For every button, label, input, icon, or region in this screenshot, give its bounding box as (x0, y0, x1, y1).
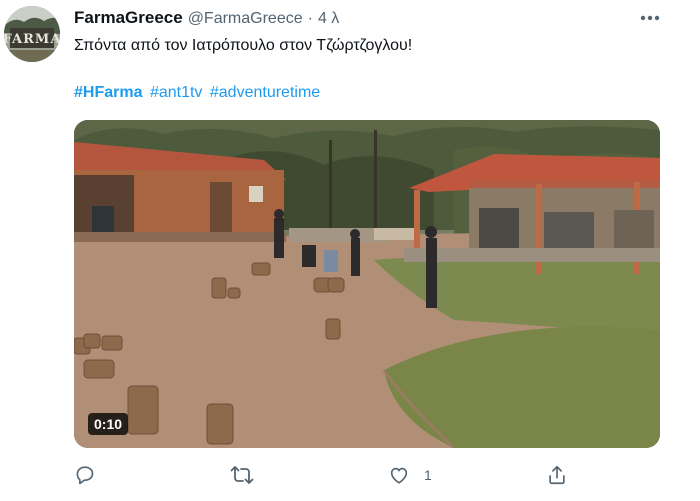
hashtag-adventuretime[interactable]: #adventuretime (210, 84, 320, 101)
avatar[interactable]: FARMA (4, 6, 60, 62)
video-duration: 0:10 (88, 413, 129, 435)
tweet-text: Σπόντα από τον Ιατρόπουλο στον Τζώρτζογλ… (74, 37, 413, 54)
tweet[interactable]: FARMA FarmaGreece @FarmaGreece · 4 λ Σπό… (0, 0, 700, 501)
share-button[interactable] (546, 460, 568, 490)
video-player[interactable]: 0:10 (74, 120, 660, 448)
retweet-icon (230, 466, 254, 484)
separator-dot: · (307, 10, 313, 27)
retweet-button[interactable] (230, 460, 254, 490)
svg-text:FARMA: FARMA (4, 32, 60, 47)
share-icon (549, 465, 565, 485)
reply-button[interactable] (74, 460, 96, 490)
hashtag-ant1tv[interactable]: #ant1tv (150, 84, 202, 101)
farma-logo: FARMA (4, 6, 60, 62)
reply-icon (76, 466, 94, 485)
tweet-timestamp[interactable]: 4 λ (318, 10, 339, 28)
like-count: 1 (424, 467, 432, 483)
display-name[interactable]: FarmaGreece (74, 8, 183, 28)
more-options-button[interactable] (636, 6, 664, 30)
user-handle[interactable]: @FarmaGreece (188, 10, 303, 28)
action-bar: 1 (74, 460, 594, 490)
hashtag-hfarma[interactable]: #HFarma (74, 84, 142, 101)
heart-icon (390, 467, 408, 484)
hashtag-list: #HFarma #ant1tv #adventuretime (74, 84, 323, 102)
video-thumbnail (74, 120, 660, 448)
tweet-header: FarmaGreece @FarmaGreece · 4 λ (74, 8, 339, 30)
more-icon (640, 15, 660, 21)
like-button[interactable]: 1 (388, 460, 432, 490)
